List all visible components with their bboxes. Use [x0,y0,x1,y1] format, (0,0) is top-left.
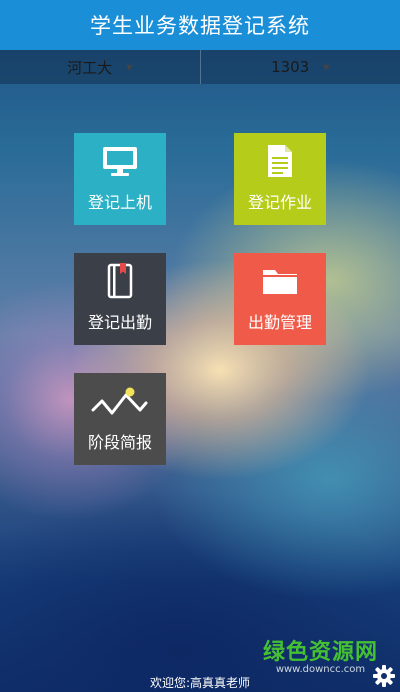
tile-label: 阶段简报 [87,433,152,452]
register-homework-tile[interactable]: 登记作业 [234,133,326,225]
notebook-icon [107,263,133,299]
trend-line-icon [91,387,148,415]
document-icon [268,145,292,177]
register-attendance-tile[interactable]: 登记出勤 [74,253,166,345]
school-dropdown-value: 河工大 [67,58,113,77]
monitor-icon [103,147,137,176]
background-image [0,0,400,692]
folder-icon [263,270,297,294]
register-computer-tile[interactable]: 登记上机 [74,133,166,225]
school-dropdown[interactable]: 河工大 ▼ [0,50,200,84]
app-title: 学生业务数据登记系统 [90,14,310,38]
tile-label: 出勤管理 [247,313,312,332]
welcome-text: 欢迎您:高真真老师 [149,676,251,690]
dropdown-arrow-icon: ▼ [126,62,133,72]
watermark: 绿色资源网 www.downcc.com [263,634,378,675]
title-bar: 学生业务数据登记系统 [0,0,400,50]
watermark-text: 绿色资源网 [262,640,378,665]
dropdown-arrow-icon: ▼ [323,62,330,72]
tile-label: 登记出勤 [87,313,152,332]
tile-label: 登记作业 [247,193,312,212]
selector-bar: 河工大 ▼ 1303 ▼ [0,50,400,84]
class-dropdown-value: 1303 [271,58,310,76]
stage-report-tile[interactable]: 阶段简报 [74,373,166,465]
settings-gear-icon[interactable] [372,664,396,688]
tile-label: 登记上机 [87,193,152,212]
attendance-management-tile[interactable]: 出勤管理 [234,253,326,345]
class-dropdown[interactable]: 1303 ▼ [201,50,400,84]
